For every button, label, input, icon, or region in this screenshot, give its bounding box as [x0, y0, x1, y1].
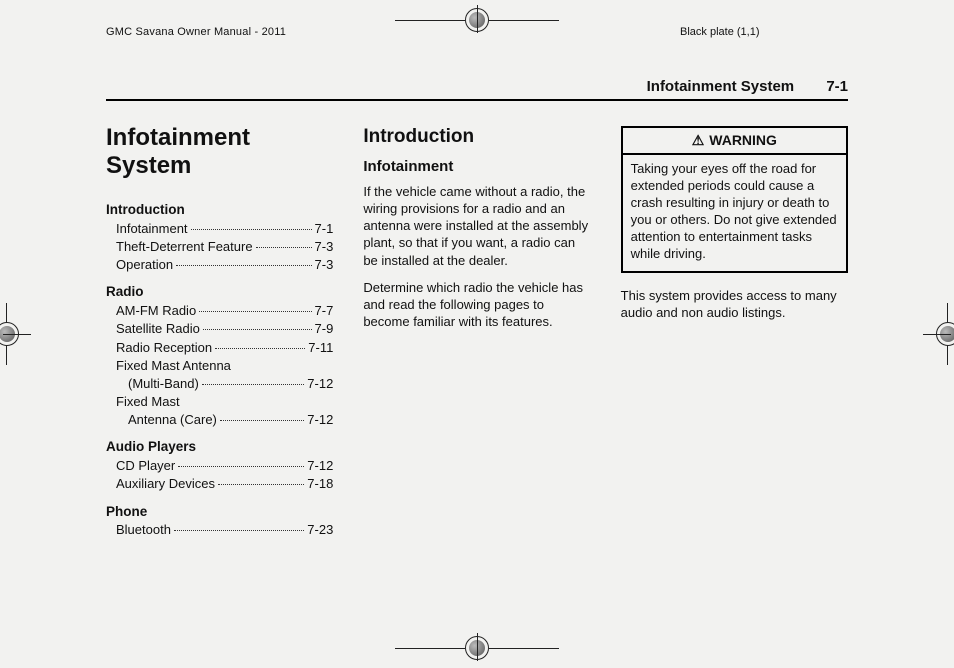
toc-entry: Infotainment7-1 — [106, 220, 333, 237]
crop-mark-top — [395, 8, 559, 32]
warning-box: ⚠ WARNING Taking your eyes off the road … — [621, 126, 848, 273]
toc-entry: AM-FM Radio7-7 — [106, 302, 333, 319]
crop-mark-left — [6, 303, 7, 365]
section-heading-introduction: Introduction — [363, 124, 590, 149]
subsection-heading-infotainment: Infotainment — [363, 157, 590, 177]
header-rule — [106, 99, 848, 101]
section-name: Infotainment System — [647, 78, 795, 95]
column-1: Infotainment System Introduction Infotai… — [106, 120, 333, 608]
manual-title: GMC Savana Owner Manual - 2011 — [106, 26, 286, 38]
toc-entry: Operation7-3 — [106, 256, 333, 273]
chapter-title-line1: Infotainment — [106, 124, 250, 151]
toc-head-introduction: Introduction — [106, 201, 333, 219]
warning-icon: ⚠ — [692, 133, 705, 147]
toc-entry: (Multi-Band)7-12 — [106, 375, 333, 392]
warning-body: Taking your eyes off the road for extend… — [623, 155, 846, 270]
toc-head-radio: Radio — [106, 283, 333, 301]
crop-mark-right — [947, 303, 948, 365]
toc-entry: Fixed Mast Antenna — [106, 357, 333, 374]
toc-entry: Satellite Radio7-9 — [106, 320, 333, 337]
warning-title: WARNING — [709, 131, 777, 149]
chapter-title: Infotainment System — [106, 124, 333, 179]
plate-text: Black plate (1,1) — [680, 26, 759, 38]
toc-entry: Antenna (Care)7-12 — [106, 411, 333, 428]
toc-entry: CD Player7-12 — [106, 457, 333, 474]
warning-heading: ⚠ WARNING — [623, 128, 846, 155]
paragraph: This system provides access to many audi… — [621, 287, 848, 321]
paragraph: If the vehicle came without a radio, the… — [363, 183, 590, 269]
content-columns: Infotainment System Introduction Infotai… — [106, 120, 848, 608]
running-head: Infotainment System 7-1 — [647, 78, 848, 95]
paragraph: Determine which radio the vehicle has an… — [363, 279, 590, 330]
toc-head-phone: Phone — [106, 503, 333, 521]
toc-entry: Theft-Deterrent Feature7-3 — [106, 238, 333, 255]
toc-head-audio: Audio Players — [106, 438, 333, 456]
toc-entry: Fixed Mast — [106, 393, 333, 410]
page-number: 7-1 — [826, 78, 848, 95]
chapter-title-line2: System — [106, 152, 191, 179]
toc-entry: Auxiliary Devices7-18 — [106, 475, 333, 492]
toc-entry: Radio Reception7-11 — [106, 339, 333, 356]
toc-entry: Bluetooth7-23 — [106, 521, 333, 538]
column-3: ⚠ WARNING Taking your eyes off the road … — [621, 120, 848, 608]
crop-mark-bottom — [395, 636, 559, 660]
column-2: Introduction Infotainment If the vehicle… — [363, 120, 590, 608]
